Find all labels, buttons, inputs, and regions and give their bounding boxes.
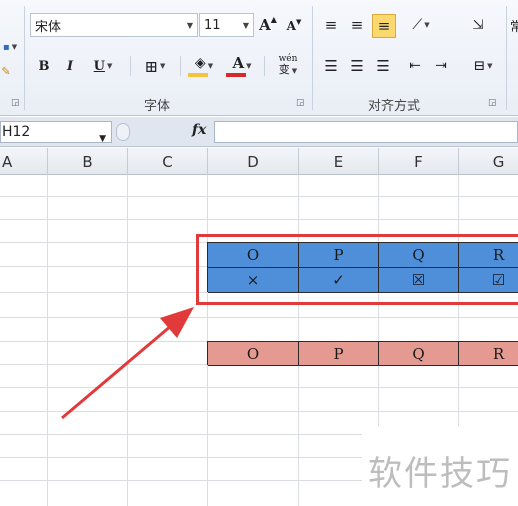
chevron-down-icon: ▼ (246, 62, 252, 70)
gridline (0, 387, 518, 388)
phonetic-icon: 变 ▼ (278, 63, 298, 76)
ribbon-separator (180, 56, 181, 76)
column-header-d[interactable]: D (208, 148, 299, 175)
wrap-text-button[interactable]: ⇲ (466, 14, 490, 36)
alignment-group-label: 对齐方式 (368, 99, 421, 114)
column-header-c[interactable]: C (128, 148, 208, 175)
ribbon-separator (24, 6, 25, 110)
chevron-down-icon: ▼ (424, 21, 430, 29)
ribbon: ▪ ▼ ✎ 宋体 ▼ 11 ▼ A ▲ A ▼ B I U ▼ ⊞ ▼ ◈ ▼ A ▼ w… (0, 0, 518, 116)
column-header-b[interactable]: B (48, 148, 128, 175)
cell-f-pink[interactable]: Q (379, 342, 459, 366)
insert-function-icon[interactable]: fx (192, 122, 206, 138)
align-middle-button[interactable]: ≡ (346, 14, 368, 36)
shrink-font-button[interactable]: A ▼ (284, 16, 304, 36)
column-header-g[interactable]: G (459, 148, 518, 175)
formula-bar: H12 ▼ fx (0, 117, 518, 147)
dialog-launcher-icon[interactable]: ◲ (296, 98, 305, 108)
merge-center-button[interactable]: ⊟ ▼ (466, 56, 500, 76)
cell-g-pink[interactable]: R (459, 342, 518, 366)
phonetic-button[interactable]: wén 变 ▼ (270, 54, 306, 78)
gridline (0, 219, 518, 220)
font-color-bar (226, 73, 246, 77)
fill-color-bar (188, 73, 208, 77)
ribbon-separator (130, 56, 131, 76)
orientation-icon: ⟋ (412, 17, 423, 33)
column-header-f[interactable]: F (379, 148, 459, 175)
column-header-e[interactable]: E (299, 148, 379, 175)
name-box-value: H12 (2, 124, 31, 140)
column-header-row: A B C D E F G (0, 148, 518, 175)
align-center-button[interactable]: ☰ (346, 56, 368, 76)
ribbon-separator (506, 6, 507, 110)
chevron-down-icon: ▼ (242, 21, 249, 30)
increase-indent-button[interactable]: ⇥ (430, 56, 452, 76)
borders-icon: ⊞ (144, 56, 158, 76)
font-name-value: 宋体 (35, 19, 62, 35)
decrease-indent-button[interactable]: ⇤ (404, 56, 426, 76)
annotation-highlight-box (196, 234, 518, 305)
paste-options-icon[interactable]: ▪ ▼ (0, 40, 20, 54)
grow-font-button[interactable]: A ▲ (258, 14, 278, 36)
gridline (0, 196, 518, 197)
chevron-down-icon[interactable]: ▼ (99, 129, 106, 149)
borders-button[interactable]: ⊞ ▼ (138, 56, 172, 76)
chevron-down-icon: ▼ (160, 62, 166, 70)
dialog-launcher-icon[interactable]: ◲ (11, 98, 20, 108)
bold-label: B (38, 58, 50, 74)
chevron-down-icon: ▼ (207, 62, 214, 70)
grow-font-label: A (259, 16, 271, 34)
font-size-combo[interactable]: 11 ▼ (199, 13, 254, 37)
column-header-a[interactable]: A (0, 148, 48, 175)
underline-label: U (93, 58, 105, 74)
underline-button[interactable]: U ▼ (86, 56, 120, 76)
formula-bar-resize-handle[interactable] (116, 123, 130, 141)
formula-input[interactable] (214, 121, 518, 143)
cell-d-pink[interactable]: O (208, 342, 299, 366)
merge-icon: ⊟ (473, 58, 486, 74)
cell-e-pink[interactable]: P (299, 342, 379, 366)
font-group-label: 字体 (144, 99, 171, 114)
gridline (0, 317, 518, 318)
align-left-button[interactable]: ☰ (320, 56, 342, 76)
dialog-launcher-icon[interactable]: ◲ (488, 98, 497, 108)
chevron-down-icon: ▼ (487, 62, 493, 70)
watermark: 软件技巧 (368, 454, 512, 494)
ribbon-separator (264, 56, 265, 76)
number-format-combo-partial[interactable]: 常 (510, 16, 518, 38)
name-box[interactable]: H12 ▼ (0, 121, 112, 144)
paint-bucket-icon: ◈ (194, 55, 206, 71)
orientation-button[interactable]: ⟋ ▼ (404, 14, 438, 36)
ribbon-separator (312, 6, 313, 110)
italic-button[interactable]: I (60, 56, 80, 76)
pink-table: O P Q R (207, 341, 518, 366)
italic-label: I (66, 58, 74, 74)
font-color-icon: A (232, 54, 245, 72)
shrink-font-label: A (286, 19, 296, 33)
gridline (0, 411, 518, 412)
formula-controls: fx (116, 121, 212, 143)
font-size-value: 11 (204, 17, 221, 33)
align-top-button[interactable]: ≡ (320, 14, 342, 36)
bold-button[interactable]: B (34, 56, 54, 76)
font-name-combo[interactable]: 宋体 ▼ (30, 13, 198, 37)
fill-color-button[interactable]: ◈ ▼ (186, 54, 222, 78)
chevron-down-icon: ▼ (186, 21, 193, 30)
font-color-button[interactable]: A ▼ (224, 54, 260, 78)
align-right-button[interactable]: ☰ (372, 56, 394, 76)
chevron-down-icon: ▼ (106, 62, 113, 70)
align-bottom-button[interactable]: ≡ (372, 14, 396, 38)
format-painter-icon[interactable]: ✎ (0, 64, 12, 78)
